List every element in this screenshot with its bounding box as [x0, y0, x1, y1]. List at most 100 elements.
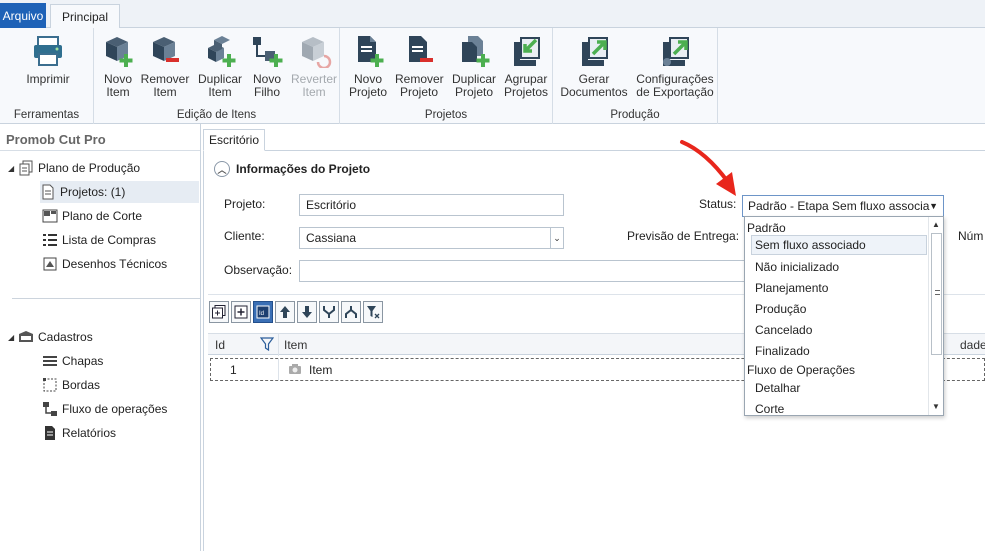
group-title-projetos: Projetos [424, 109, 468, 121]
remove-project-label-2: Projeto [399, 85, 439, 99]
move-down-button[interactable] [297, 301, 317, 323]
new-child-button[interactable]: Novo Filho [248, 34, 286, 99]
filter-icon[interactable] [260, 337, 274, 351]
tree-label-desenhos: Desenhos Técnicos [62, 257, 168, 271]
number-label: Núm [958, 229, 984, 243]
group-title-producao: Produção [610, 109, 660, 121]
split-button[interactable] [341, 301, 361, 323]
column-separator [278, 359, 279, 380]
chevron-down-icon[interactable]: ⌄ [550, 228, 563, 248]
merge-icon [323, 306, 335, 318]
tree-node-chapas[interactable]: Chapas [42, 350, 103, 372]
dropdown-option[interactable]: Detalhar [745, 378, 929, 398]
dropdown-option[interactable]: Sem fluxo associado [751, 235, 927, 255]
dropdown-option[interactable]: Finalizado [745, 341, 929, 361]
tree-label-plano-producao: Plano de Produção [38, 161, 141, 175]
status-value: Padrão - Etapa Sem fluxo associa [748, 199, 930, 213]
print-button[interactable]: Imprimir [20, 34, 76, 86]
remove-project-button[interactable]: Remover Projeto [395, 34, 444, 99]
remove-item-button[interactable]: Remover Item [140, 34, 190, 99]
tree-label-chapas: Chapas [62, 354, 104, 368]
column-header-item[interactable]: Item [284, 338, 307, 352]
tree-node-plano-corte[interactable]: Plano de Corte [42, 205, 142, 227]
document-remove-icon [409, 36, 433, 62]
new-project-button[interactable]: Novo Projeto [346, 34, 390, 99]
tree-node-relatorios[interactable]: Relatórios [42, 422, 116, 444]
column-header-id[interactable]: Id [215, 338, 225, 352]
tree-node-bordas[interactable]: Bordas [42, 374, 100, 396]
client-value: Cassiana [306, 231, 357, 245]
cube-revert-icon [302, 37, 332, 70]
project-field[interactable]: Escritório [299, 194, 564, 216]
add-box-icon [234, 305, 248, 319]
id-icon: Id [256, 305, 270, 319]
group-ferramentas: Imprimir Ferramentas [0, 28, 94, 124]
tree-node-desenhos[interactable]: Desenhos Técnicos [42, 253, 167, 275]
merge-button[interactable] [319, 301, 339, 323]
tree-section-divider [12, 298, 200, 299]
revert-item-label-2: Item [302, 85, 326, 99]
observation-label: Observação: [224, 263, 293, 277]
new-item-button[interactable]: Novo Item [98, 34, 138, 99]
dropdown-group-fluxo: Fluxo de Operações [747, 363, 856, 377]
id-toggle-button[interactable]: Id [253, 301, 273, 323]
observation-field[interactable] [299, 260, 745, 282]
client-label: Cliente: [224, 229, 265, 243]
ribbon: Imprimir Ferramentas Novo Item Remover I… [0, 28, 985, 124]
tree-node-lista-compras[interactable]: Lista de Compras [42, 229, 156, 251]
tree-node-cadastros[interactable]: ◢ Cadastros [8, 326, 93, 348]
cube-remove-icon [153, 37, 179, 62]
tab-escritorio[interactable]: Escritório [203, 129, 265, 151]
scroll-up-icon[interactable]: ▲ [932, 220, 940, 229]
project-info-title: Informações do Projeto [236, 162, 371, 176]
duplicate-item-button[interactable]: Duplicar Item [196, 34, 244, 99]
row-item: Item [309, 363, 333, 377]
tree-title-divider [0, 150, 200, 151]
project-info-header[interactable]: ︿ Informações do Projeto [214, 161, 370, 177]
column-header-quantidade[interactable]: dade [960, 338, 985, 352]
arrow-up-icon [280, 306, 290, 318]
tree-label-cadastros: Cadastros [38, 330, 93, 344]
hierarchy-add-icon [253, 37, 283, 67]
collapse-arrow-icon[interactable]: ◢ [8, 164, 18, 173]
tree-label-fluxo: Fluxo de operações [62, 402, 168, 416]
tab-arquivo[interactable]: Arquivo [0, 3, 46, 28]
dropdown-option[interactable]: Produção [745, 299, 929, 319]
flow-icon [43, 402, 57, 416]
collapse-all-button[interactable] [231, 301, 251, 323]
ribbon-tabbar: Arquivo Principal [0, 0, 985, 29]
tree-node-fluxo[interactable]: Fluxo de operações [42, 398, 167, 420]
dropdown-option[interactable]: Não inicializado [745, 257, 929, 277]
expand-all-button[interactable] [209, 301, 229, 323]
dropdown-option[interactable]: Corte [745, 399, 929, 415]
duplicate-project-label-2: Projeto [454, 85, 494, 99]
edges-icon [43, 378, 57, 392]
printer-icon [34, 36, 62, 66]
group-title-edicao: Edição de Itens [176, 109, 257, 121]
dropdown-option[interactable]: Cancelado [745, 320, 929, 340]
generate-documents-button[interactable]: Gerar Documentos [559, 34, 629, 99]
duplicate-project-button[interactable]: Duplicar Projeto [450, 34, 498, 99]
clear-filter-button[interactable] [363, 301, 383, 323]
chevron-up-icon[interactable]: ︿ [214, 161, 230, 177]
tree-label-lista-compras: Lista de Compras [62, 233, 157, 247]
project-label: Projeto: [224, 197, 266, 211]
dropdown-scrollbar[interactable]: ▲ ▼ [928, 217, 943, 415]
tree-node-plano-producao[interactable]: ◢ Plano de Produção [8, 157, 140, 179]
status-select[interactable]: Padrão - Etapa Sem fluxo associa ▼ [742, 195, 944, 217]
scroll-down-icon[interactable]: ▼ [932, 402, 940, 411]
navigation-tree: Promob Cut Pro ◢ Plano de Produção Proje… [0, 124, 201, 551]
revert-item-button[interactable]: Reverter Item [290, 34, 338, 99]
group-producao: Gerar Documentos Configurações de Export… [553, 28, 718, 124]
documents-duplicate-icon [462, 36, 490, 67]
collapse-arrow-icon[interactable]: ◢ [8, 333, 18, 342]
tree-node-projetos[interactable]: Projetos: (1) [40, 181, 199, 203]
group-projects-button[interactable]: Agrupar Projetos [502, 34, 550, 99]
dropdown-option[interactable]: Planejamento [745, 278, 929, 298]
tab-principal[interactable]: Principal [50, 4, 120, 29]
export-settings-button[interactable]: Configurações de Exportação [635, 34, 715, 99]
client-select[interactable]: Cassiana ⌄ [299, 227, 564, 249]
row-id: 1 [230, 363, 237, 377]
scrollbar-thumb[interactable] [931, 233, 942, 355]
move-up-button[interactable] [275, 301, 295, 323]
